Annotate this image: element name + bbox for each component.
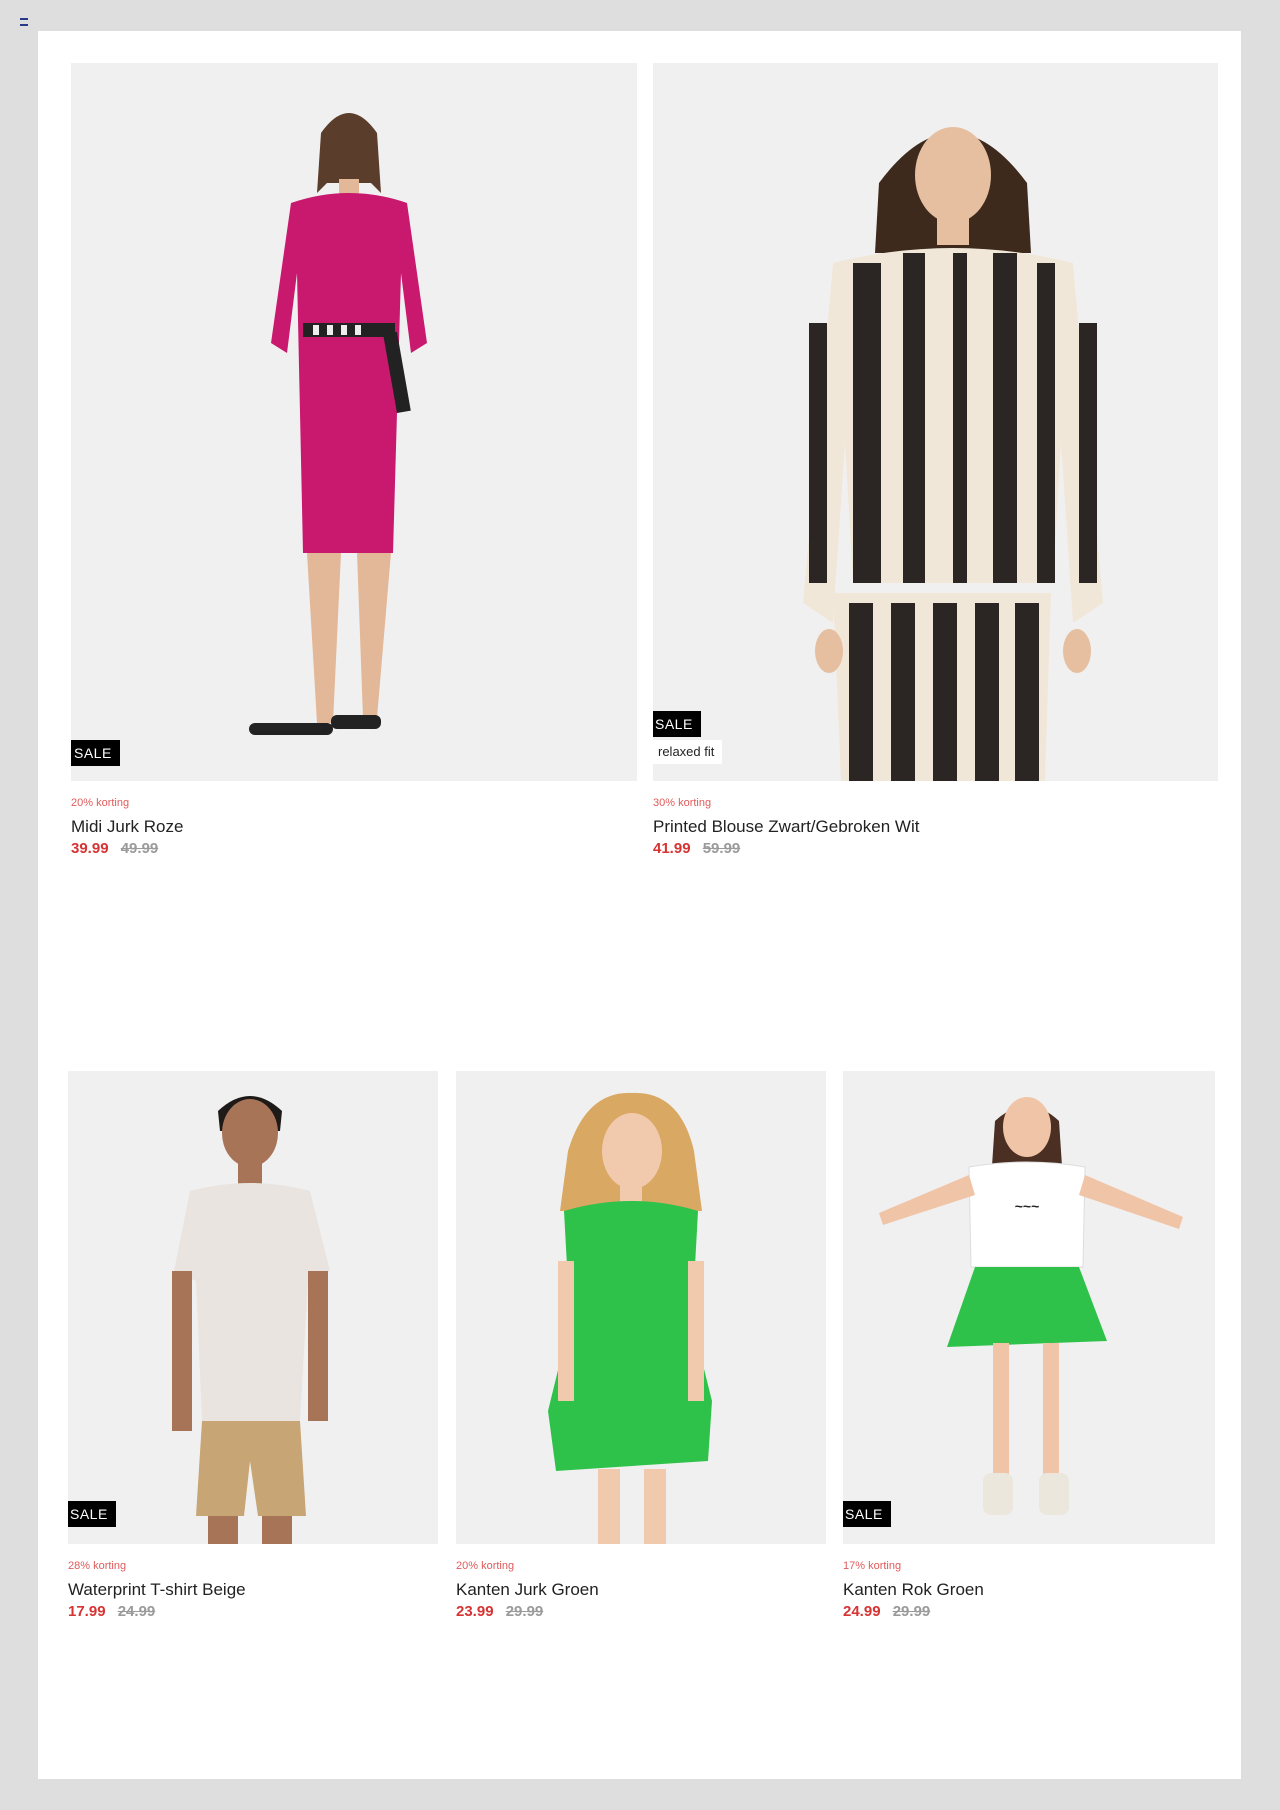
product-page: SALE 20% korting Midi Jurk Roze 39.99 49… (38, 31, 1241, 1779)
sale-price: 23.99 (456, 1603, 494, 1620)
product-image[interactable]: ~~~ SALE (843, 1071, 1215, 1544)
sale-price: 17.99 (68, 1603, 106, 1620)
price-row: 24.99 29.99 (843, 1603, 930, 1620)
price-row: 23.99 29.99 (456, 1603, 543, 1620)
product-card-waterprint-tshirt[interactable]: SALE 28% korting Waterprint T-shirt Beig… (68, 1071, 438, 1671)
product-name[interactable]: Kanten Rok Groen (843, 1580, 984, 1600)
product-card-printed-blouse[interactable]: SALE relaxed fit 30% korting Printed Blo… (653, 63, 1218, 903)
svg-text:~~~: ~~~ (1015, 1198, 1040, 1214)
product-card-midi-jurk[interactable]: SALE 20% korting Midi Jurk Roze 39.99 49… (71, 63, 637, 903)
price-row: 39.99 49.99 (71, 840, 158, 857)
product-name[interactable]: Kanten Jurk Groen (456, 1580, 599, 1600)
product-image[interactable]: SALE relaxed fit (653, 63, 1218, 781)
sale-badge: SALE (68, 1501, 116, 1527)
sale-price: 24.99 (843, 1603, 881, 1620)
product-name[interactable]: Waterprint T-shirt Beige (68, 1580, 246, 1600)
menu-icon[interactable] (20, 18, 28, 26)
product-card-kanten-jurk[interactable]: 20% korting Kanten Jurk Groen 23.99 29.9… (456, 1071, 826, 1671)
original-price: 49.99 (120, 840, 159, 857)
product-image[interactable]: SALE (68, 1071, 438, 1544)
sale-price: 41.99 (653, 840, 691, 857)
sale-badge: SALE (653, 711, 701, 737)
price-row: 41.99 59.99 (653, 840, 740, 857)
original-price: 29.99 (892, 1603, 931, 1620)
sale-badge: SALE (843, 1501, 891, 1527)
original-price: 29.99 (505, 1603, 544, 1620)
discount-label: 28% korting (68, 1560, 127, 1572)
product-name[interactable]: Midi Jurk Roze (71, 817, 183, 837)
product-image[interactable]: SALE (71, 63, 637, 781)
discount-label: 30% korting (653, 797, 712, 809)
price-row: 17.99 24.99 (68, 1603, 155, 1620)
product-image[interactable] (456, 1071, 826, 1544)
sale-badge: SALE (71, 740, 120, 766)
discount-label: 20% korting (456, 1560, 515, 1572)
product-name[interactable]: Printed Blouse Zwart/Gebroken Wit (653, 817, 919, 837)
product-card-kanten-rok[interactable]: ~~~ SALE 17% korting Kanten Rok Groen 24… (843, 1071, 1215, 1671)
fit-badge: relaxed fit (653, 740, 723, 764)
original-price: 59.99 (702, 840, 741, 857)
sale-price: 39.99 (71, 840, 109, 857)
original-price: 24.99 (117, 1603, 156, 1620)
discount-label: 20% korting (71, 797, 130, 809)
discount-label: 17% korting (843, 1560, 902, 1572)
